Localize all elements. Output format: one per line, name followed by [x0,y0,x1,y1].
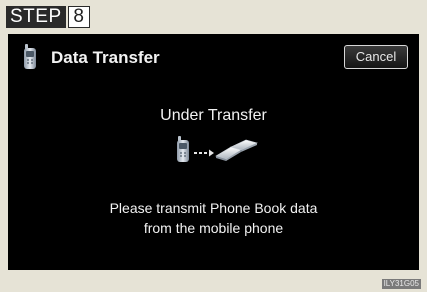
cancel-button[interactable]: Cancel [344,45,408,69]
screen-title: Data Transfer [51,48,160,67]
dotted-arrow-icon [194,149,214,157]
message-line-2: from the mobile phone [143,220,284,236]
mobile-phone-icon [177,136,189,162]
phone-book-icon [215,139,258,161]
step-label: STEP 8 [6,6,90,28]
display-screen: Data Transfer Cancel Under Transfer Plea… [8,34,419,270]
transfer-graphic [177,136,258,162]
instruction-message: Please transmit Phone Book data from the… [8,198,419,238]
transfer-status: Under Transfer [160,107,267,124]
manual-page: STEP 8 Data Transfer Cancel Under Transf… [0,0,427,292]
image-code: ILY31G05 [381,279,421,289]
message-line-1: Please transmit Phone Book data [109,200,318,216]
mobile-phone-icon [24,44,36,69]
step-number: 8 [67,6,90,28]
step-word: STEP [6,6,66,28]
